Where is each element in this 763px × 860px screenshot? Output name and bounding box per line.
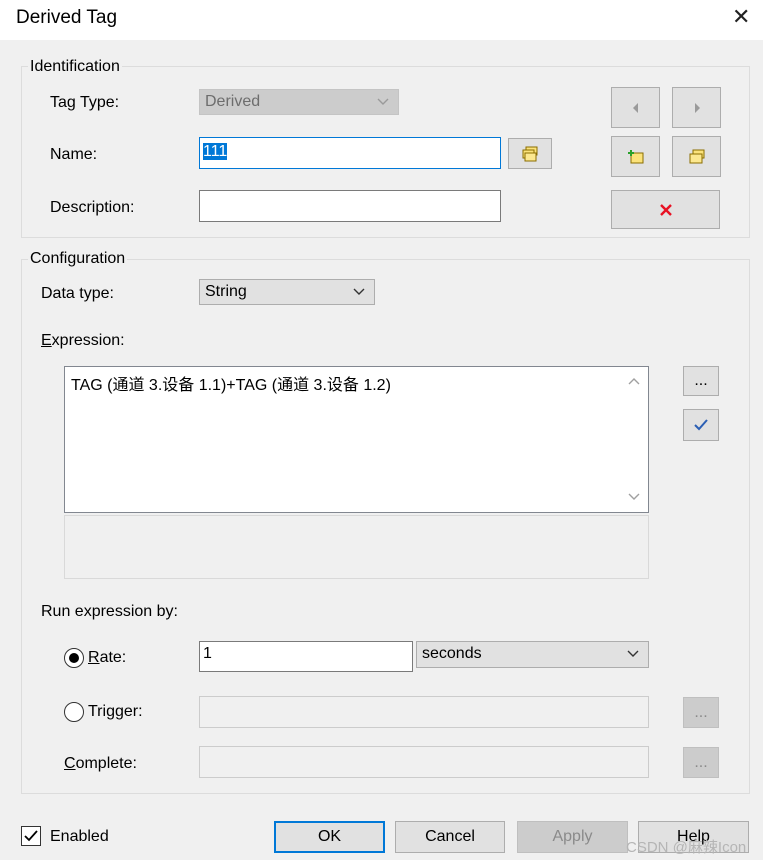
chevron-down-icon	[353, 288, 365, 295]
tag-type-value: Derived	[205, 93, 261, 110]
checkmark-icon	[694, 419, 708, 431]
description-label: Description:	[50, 199, 135, 216]
previous-tag-button[interactable]	[611, 87, 660, 128]
expression-label-accel: E	[41, 332, 52, 349]
identification-legend: Identification	[28, 58, 122, 76]
enabled-label: Enabled	[50, 828, 109, 845]
trigger-input	[199, 696, 649, 728]
tag-type-combo: Derived	[199, 89, 399, 115]
watermark: CSDN @麻辣Icon	[626, 839, 747, 856]
ok-label: OK	[317, 828, 342, 845]
expression-editor[interactable]: TAG (通道 3.设备 1.1)+TAG (通道 3.设备 1.2)	[64, 366, 649, 513]
cancel-button[interactable]: Cancel	[395, 821, 505, 853]
rate-label-text: ate:	[99, 649, 127, 666]
complete-input	[199, 746, 649, 778]
validate-expression-button[interactable]	[683, 409, 719, 441]
trigger-browse-label: ...	[694, 703, 708, 721]
expression-browse-button[interactable]: ...	[683, 366, 719, 396]
expression-browse-label: ...	[694, 372, 708, 389]
data-type-combo[interactable]: String	[199, 279, 375, 305]
tag-type-label: Tag Type:	[50, 94, 120, 111]
next-tag-button[interactable]	[672, 87, 721, 128]
delete-icon	[659, 203, 672, 216]
rate-input[interactable]: 1	[199, 641, 413, 672]
rate-unit-value: seconds	[422, 645, 482, 662]
apply-label: Apply	[552, 828, 593, 845]
scroll-up-icon[interactable]	[627, 375, 641, 387]
cancel-label: Cancel	[425, 828, 475, 845]
background-window-edge	[0, 40, 5, 860]
data-type-label: Data type:	[41, 285, 114, 302]
chevron-down-icon	[377, 98, 389, 105]
tag-browse-icon	[522, 146, 538, 161]
trigger-label: Trigger:	[88, 703, 143, 720]
checkmark-icon	[24, 830, 38, 842]
description-input[interactable]	[199, 190, 501, 222]
rate-label-accel: R	[88, 649, 100, 666]
ok-button[interactable]: OK	[274, 821, 385, 853]
new-tag-icon	[627, 149, 643, 163]
expression-text: TAG (通道 3.设备 1.1)+TAG (通道 3.设备 1.2)	[71, 377, 391, 394]
name-input[interactable]: 111	[199, 137, 501, 169]
name-input-value: 111	[203, 143, 228, 160]
run-expression-label: Run expression by:	[41, 603, 178, 620]
configuration-legend: Configuration	[28, 250, 128, 268]
complete-browse-button: ...	[683, 747, 719, 778]
complete-label-text: omplete:	[75, 755, 137, 772]
data-type-value: String	[205, 283, 247, 300]
rate-radio[interactable]	[64, 648, 84, 668]
complete-label-accel: C	[64, 755, 76, 772]
enabled-checkbox[interactable]	[21, 826, 41, 846]
arrow-right-icon	[694, 102, 700, 113]
scroll-down-icon[interactable]	[627, 491, 641, 503]
rate-label: Rate:	[88, 649, 126, 667]
name-browse-button[interactable]	[508, 138, 552, 169]
delete-tag-button[interactable]	[611, 190, 720, 229]
duplicate-tag-button[interactable]	[672, 136, 721, 177]
expression-label-text: xpression:	[51, 332, 125, 349]
arrow-left-icon	[632, 102, 638, 113]
name-label: Name:	[50, 146, 98, 163]
trigger-browse-button: ...	[683, 697, 719, 728]
duplicate-tag-icon	[689, 149, 704, 163]
radio-selected-dot	[69, 653, 79, 663]
complete-label: Complete:	[64, 755, 137, 773]
rate-unit-combo[interactable]: seconds	[416, 641, 649, 668]
dialog-title: Derived Tag	[16, 7, 118, 28]
chevron-down-icon	[627, 650, 639, 657]
new-tag-button[interactable]	[611, 136, 660, 177]
rate-input-value: 1	[203, 645, 212, 662]
trigger-radio[interactable]	[64, 702, 84, 722]
expression-status-area	[64, 515, 649, 579]
expression-label: Expression:	[41, 332, 125, 350]
close-icon[interactable]: ✕	[732, 6, 750, 28]
complete-browse-label: ...	[694, 753, 708, 771]
apply-button: Apply	[517, 821, 628, 853]
